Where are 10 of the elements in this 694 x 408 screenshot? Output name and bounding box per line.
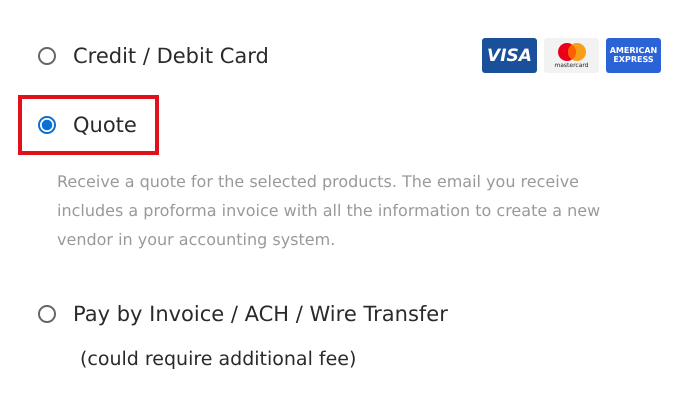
option-note: (could require additional fee) <box>80 348 358 370</box>
radio-button[interactable] <box>38 305 56 323</box>
option-description: Receive a quote for the selected products. The email you receive includes a proforma invoice with all the information to create a new vendor in your accounting system. <box>57 171 602 251</box>
option-label[interactable]: Credit / Debit Card <box>73 44 269 68</box>
option-label[interactable]: Pay by Invoice / ACH / Wire Transfer <box>73 302 448 326</box>
option-label[interactable]: Quote <box>73 113 137 137</box>
amex-logo: AMERICAN EXPRESS <box>606 38 661 73</box>
radio-button[interactable] <box>38 46 56 64</box>
visa-logo: VISA <box>482 38 537 73</box>
radio-button[interactable] <box>38 116 56 134</box>
